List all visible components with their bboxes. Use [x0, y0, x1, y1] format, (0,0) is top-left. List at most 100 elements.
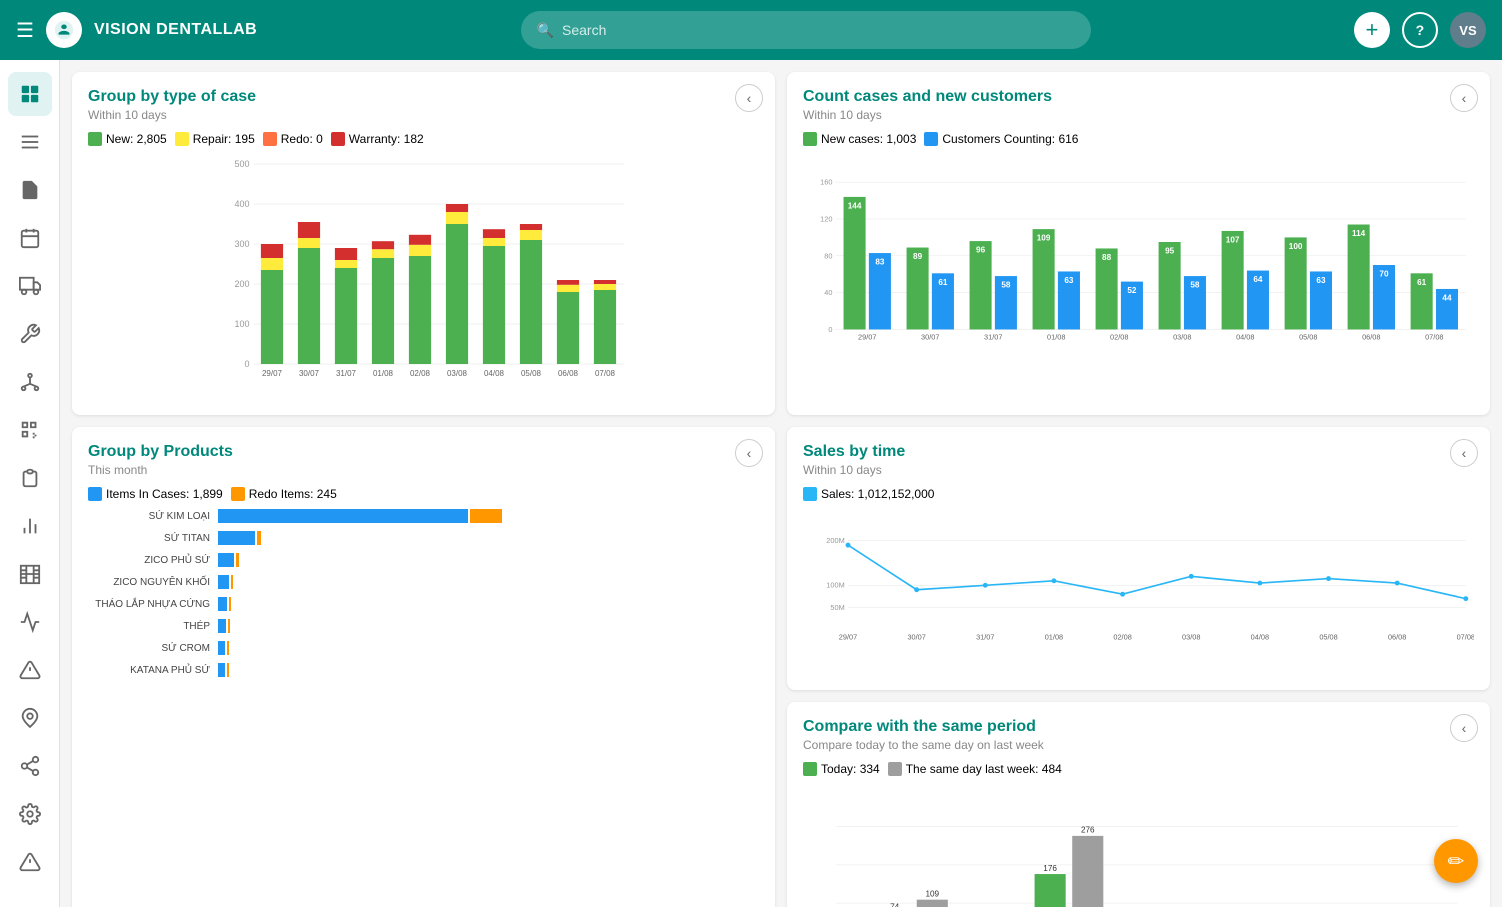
app-title: VISION DENTALLAB — [94, 21, 257, 39]
sidebar-item-invoice[interactable] — [8, 168, 52, 212]
product-bar-blue — [218, 531, 255, 545]
search-input[interactable] — [562, 22, 1075, 38]
svg-text:107: 107 — [1226, 235, 1240, 244]
search-bar[interactable]: 🔍 — [521, 11, 1091, 49]
product-bar-orange — [227, 641, 229, 655]
svg-text:144: 144 — [848, 201, 862, 210]
main-content: Group by type of case Within 10 days ‹ N… — [60, 60, 1502, 907]
svg-text:30/07: 30/07 — [299, 369, 320, 378]
svg-text:74: 74 — [890, 903, 900, 907]
legend-new: New: 2,805 — [88, 132, 167, 146]
group-by-type-title: Group by type of case — [88, 88, 759, 106]
product-label: ZICO PHỦ SỨ — [88, 555, 218, 566]
legend-warranty: Warranty: 182 — [331, 132, 424, 146]
group-by-type-arrow[interactable]: ‹ — [735, 84, 763, 112]
legend-last-week: The same day last week: 484 — [888, 762, 1062, 776]
legend-last-week-label: The same day last week: 484 — [906, 762, 1062, 776]
svg-text:31/07: 31/07 — [336, 369, 357, 378]
legend-items-cases-dot — [88, 487, 102, 501]
sidebar-item-list[interactable] — [8, 120, 52, 164]
fab-button[interactable]: ✏ — [1434, 839, 1478, 883]
svg-text:06/08: 06/08 — [1362, 332, 1380, 341]
sidebar-item-truck[interactable] — [8, 264, 52, 308]
sidebar-item-tools[interactable] — [8, 312, 52, 356]
svg-text:01/08: 01/08 — [1047, 332, 1065, 341]
sidebar-item-dashboard[interactable] — [8, 72, 52, 116]
group-by-products-arrow[interactable]: ‹ — [735, 439, 763, 467]
add-button[interactable]: + — [1354, 12, 1390, 48]
sidebar-item-warning[interactable] — [8, 840, 52, 884]
svg-text:100M: 100M — [826, 581, 844, 590]
search-icon: 🔍 — [537, 22, 554, 39]
count-cases-arrow[interactable]: ‹ — [1450, 84, 1478, 112]
legend-warranty-dot — [331, 132, 345, 146]
sidebar-item-qr[interactable] — [8, 408, 52, 452]
sales-legend: Sales: 1,012,152,000 — [803, 487, 1474, 501]
products-legend: Items In Cases: 1,899 Redo Items: 245 — [88, 487, 759, 501]
legend-repair: Repair: 195 — [175, 132, 255, 146]
sidebar-item-settings[interactable] — [8, 792, 52, 836]
legend-customers-label: Customers Counting: 616 — [942, 132, 1078, 146]
product-row: SỨ TITAN — [88, 531, 751, 545]
svg-text:96: 96 — [976, 246, 986, 255]
svg-text:52: 52 — [1127, 286, 1137, 295]
product-bar-orange — [470, 509, 502, 523]
menu-icon[interactable]: ☰ — [16, 18, 34, 43]
product-bar-orange — [228, 619, 230, 633]
product-label: THÁO LẮP NHỰA CỨNG — [88, 599, 218, 610]
product-bar-orange — [231, 575, 233, 589]
sidebar-item-network[interactable] — [8, 360, 52, 404]
svg-text:29/07: 29/07 — [839, 633, 857, 642]
svg-text:109: 109 — [1037, 234, 1051, 243]
legend-items-cases: Items In Cases: 1,899 — [88, 487, 223, 501]
legend-redo-label: Redo: 0 — [281, 132, 323, 146]
svg-text:64: 64 — [1253, 275, 1263, 284]
sidebar-item-receipt[interactable] — [8, 456, 52, 500]
sidebar-item-calendar[interactable] — [8, 216, 52, 260]
legend-redo: Redo: 0 — [263, 132, 323, 146]
svg-text:01/08: 01/08 — [1045, 633, 1063, 642]
sidebar-item-map[interactable] — [8, 696, 52, 740]
svg-text:02/08: 02/08 — [1113, 633, 1131, 642]
help-button[interactable]: ? — [1402, 12, 1438, 48]
compare-chart: 74109Cases176276Items In Cases3335Redo I… — [803, 784, 1474, 907]
svg-text:100: 100 — [1289, 242, 1303, 251]
product-row: ZICO NGUYÊN KHỐI — [88, 575, 751, 589]
svg-text:300: 300 — [234, 239, 249, 249]
legend-redo-items-label: Redo Items: 245 — [249, 487, 337, 501]
product-bar-blue — [218, 553, 234, 567]
svg-text:02/08: 02/08 — [1110, 332, 1128, 341]
sales-by-time-title: Sales by time — [803, 443, 1474, 461]
svg-text:83: 83 — [875, 258, 885, 267]
sidebar-item-connections[interactable] — [8, 744, 52, 788]
product-bar-orange — [229, 597, 231, 611]
sales-by-time-arrow[interactable]: ‹ — [1450, 439, 1478, 467]
svg-text:03/08: 03/08 — [447, 369, 468, 378]
svg-text:63: 63 — [1316, 276, 1326, 285]
sidebar-item-building[interactable] — [8, 552, 52, 596]
sidebar-item-chart[interactable] — [8, 600, 52, 644]
product-bar-blue — [218, 597, 227, 611]
svg-text:06/08: 06/08 — [558, 369, 579, 378]
svg-text:04/08: 04/08 — [1236, 332, 1254, 341]
product-label: SỨ CROM — [88, 643, 218, 654]
compare-title: Compare with the same period — [803, 718, 1474, 736]
avatar[interactable]: VS — [1450, 12, 1486, 48]
sidebar-item-report[interactable] — [8, 504, 52, 548]
svg-text:04/08: 04/08 — [484, 369, 505, 378]
compare-arrow[interactable]: ‹ — [1450, 714, 1478, 742]
product-row: KATANA PHỦ SỨ — [88, 663, 751, 677]
svg-text:120: 120 — [820, 214, 832, 223]
group-by-products-subtitle: This month — [88, 463, 759, 477]
svg-text:01/08: 01/08 — [373, 369, 394, 378]
logo — [46, 12, 82, 48]
header: ☰ VISION DENTALLAB 🔍 + ? VS — [0, 0, 1502, 60]
svg-text:29/07: 29/07 — [858, 332, 876, 341]
compare-legend: Today: 334 The same day last week: 484 — [803, 762, 1474, 776]
legend-new-label: New: 2,805 — [106, 132, 167, 146]
svg-text:200M: 200M — [826, 536, 844, 545]
count-cases-legend: New cases: 1,003 Customers Counting: 616 — [803, 132, 1474, 146]
sidebar-item-alert[interactable] — [8, 648, 52, 692]
group-by-type-card: Group by type of case Within 10 days ‹ N… — [72, 72, 775, 415]
legend-repair-dot — [175, 132, 189, 146]
